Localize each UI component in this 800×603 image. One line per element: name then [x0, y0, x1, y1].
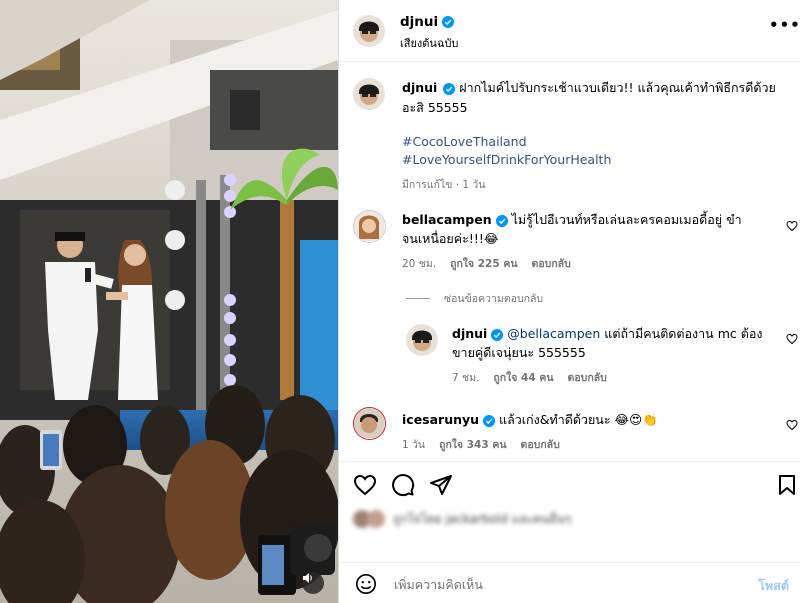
hide-replies-label[interactable]: ซ่อนข้อความตอบกลับ — [444, 290, 543, 307]
hide-replies-toggle[interactable]: ซ่อนข้อความตอบกลับ — [406, 290, 543, 307]
heart-icon[interactable] — [786, 333, 798, 345]
comment-input[interactable] — [394, 572, 724, 596]
avatar[interactable] — [353, 15, 385, 47]
caption-username[interactable]: djnui — [402, 80, 437, 95]
action-bar — [339, 461, 800, 507]
comment-item: bellacampen ไม่รู้ไปอีเวนท์หรือเล่นละครค… — [402, 210, 752, 272]
reply-button[interactable]: ตอบกลับ — [568, 369, 607, 386]
add-comment-bar: โพสต์ — [339, 562, 800, 603]
comment-time[interactable]: 20 ชม. — [402, 255, 436, 272]
reply-likes[interactable]: ถูกใจ 44 คน — [493, 369, 553, 386]
comment-time[interactable]: 1 วัน — [402, 436, 425, 453]
verified-badge-icon — [443, 82, 456, 95]
reply-time[interactable]: 7 ชม. — [452, 369, 479, 386]
verified-badge-icon — [491, 328, 504, 341]
post-media[interactable] — [0, 0, 338, 603]
heart-icon[interactable] — [786, 220, 798, 232]
mention-link[interactable]: @bellacampen — [507, 326, 600, 341]
reply-button[interactable]: ตอบกลับ — [521, 436, 560, 453]
verified-badge-icon — [442, 16, 455, 28]
reply-button[interactable]: ตอบกลับ — [532, 255, 571, 272]
post-caption: djnui ฝากไมค์ไปรับกระเช้าแวบเดียว!! แล้ว… — [402, 78, 787, 118]
speaker-icon — [303, 573, 312, 583]
hashtag-link[interactable]: #CocoLoveThailand — [402, 133, 611, 151]
caption-edited-time: มีการแก้ไข · 1 วัน — [402, 179, 486, 191]
event-photo — [0, 0, 338, 603]
comment-item: icesarunyu แล้วเก่ง&ทำดีด้วยนะ 😂😍👏 1 วัน… — [402, 410, 752, 453]
caption-hashtags: #CocoLoveThailand #LoveYourselfDrinkForY… — [402, 133, 611, 169]
divider-line — [406, 298, 430, 299]
avatar[interactable] — [353, 210, 386, 243]
username-text[interactable]: djnui — [400, 14, 438, 30]
heart-icon[interactable] — [353, 473, 377, 497]
verified-badge-icon — [495, 214, 508, 227]
comment-username[interactable]: bellacampen — [402, 212, 492, 227]
avatar — [367, 510, 385, 528]
comment-bubble-icon[interactable] — [391, 473, 415, 497]
post-button[interactable]: โพสต์ — [758, 576, 789, 596]
caption-text: ฝากไมค์ไปรับกระเช้าแวบเดียว!! แล้วคุณเค้… — [402, 80, 776, 115]
liked-by-text[interactable]: ถูกใจโดย jackarbold และคนอื่นๆ — [393, 510, 571, 529]
smiley-face-icon[interactable] — [355, 573, 377, 595]
post-side-panel: djnui เสียงต้นฉบับ ••• djnui ฝากไมค์ไปรั… — [338, 0, 800, 603]
comment-username[interactable]: icesarunyu — [402, 412, 479, 427]
post-header: djnui เสียงต้นฉบับ ••• — [339, 0, 800, 62]
bookmark-icon[interactable] — [775, 473, 799, 497]
verified-badge-icon — [483, 414, 496, 427]
reply-username[interactable]: djnui — [452, 326, 487, 341]
comment-text: แล้วเก่ง&ทำดีด้วยนะ 😂😍👏 — [499, 412, 658, 427]
hashtag-link[interactable]: #LoveYourselfDrinkForYourHealth — [402, 151, 611, 169]
avatar[interactable] — [353, 407, 386, 440]
avatar[interactable] — [406, 324, 438, 356]
comment-likes[interactable]: ถูกใจ 343 คน — [439, 436, 506, 453]
audio-label[interactable]: เสียงต้นฉบับ — [400, 34, 458, 52]
comment-likes[interactable]: ถูกใจ 225 คน — [450, 255, 517, 272]
avatar[interactable] — [353, 78, 385, 110]
reply-item: djnui @bellacampen แต่ถ้ามีคนติดต่องาน m… — [452, 324, 780, 386]
mute-button[interactable] — [302, 572, 324, 594]
liked-by-row[interactable]: ถูกใจโดย jackarbold และคนอื่นๆ — [353, 508, 793, 530]
more-options-button[interactable]: ••• — [769, 18, 800, 34]
header-username[interactable]: djnui — [400, 14, 455, 30]
heart-icon[interactable] — [786, 419, 798, 431]
paper-plane-icon[interactable] — [429, 473, 453, 497]
